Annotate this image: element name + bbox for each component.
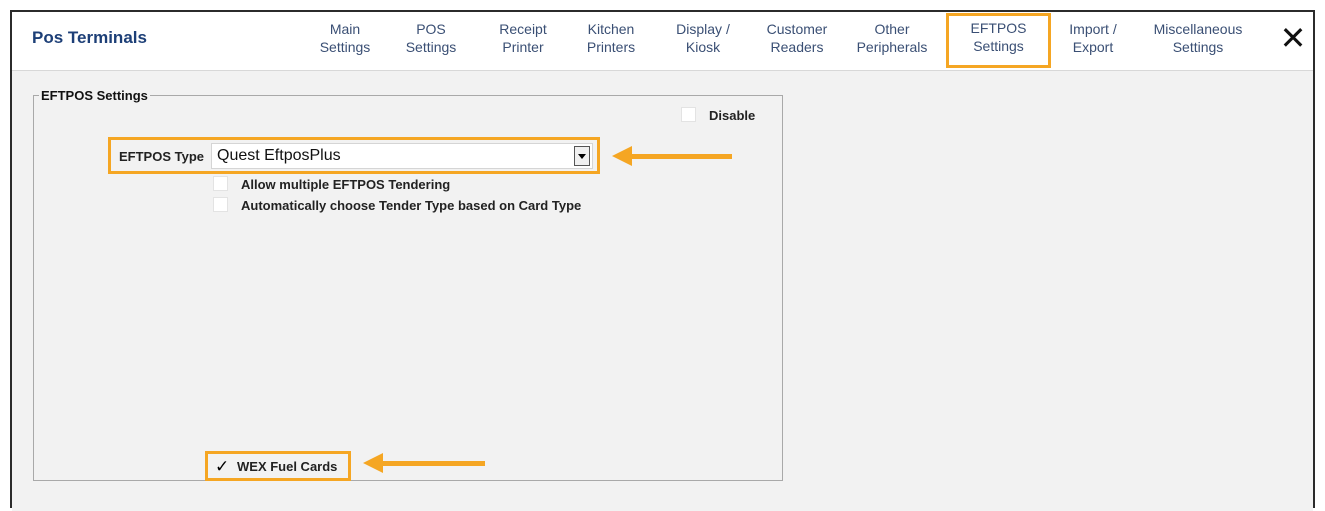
annotation-arrow-wex [363, 453, 485, 473]
tab-display-kiosk[interactable]: Display / Kiosk [668, 20, 738, 56]
tab-label-line2: Settings [1172, 39, 1224, 55]
group-title: EFTPOS Settings [39, 88, 150, 103]
eftpos-type-select[interactable]: Quest EftposPlus [211, 143, 593, 169]
tab-label-line1: Other [874, 21, 910, 37]
tab-label-line1: EFTPOS [970, 20, 1027, 36]
tab-label-line1: Main [329, 21, 361, 37]
tab-label-line2: Readers [770, 39, 824, 55]
auto-tender-type-label: Automatically choose Tender Type based o… [241, 198, 582, 213]
tab-main-settings[interactable]: Main Settings [312, 20, 378, 56]
tab-customer-readers[interactable]: Customer Readers [760, 20, 834, 56]
disable-checkbox[interactable] [681, 107, 696, 122]
tab-label-line1: Import / [1069, 21, 1117, 37]
tab-eftpos-settings[interactable]: EFTPOS Settings [946, 13, 1051, 68]
header-bar: Pos Terminals Main Settings POS Settings… [12, 12, 1313, 70]
tab-label-line2: Settings [973, 38, 1024, 54]
tab-miscellaneous-settings[interactable]: Miscellaneous Settings [1148, 20, 1248, 56]
tab-label-line1: Receipt [499, 21, 547, 37]
allow-multiple-eftpos-checkbox[interactable] [213, 176, 228, 191]
tab-label-line2: Settings [319, 39, 371, 55]
annotation-arrow-eftpos-type [612, 146, 732, 166]
tab-other-peripherals[interactable]: Other Peripherals [850, 20, 934, 56]
page-title: Pos Terminals [32, 28, 147, 47]
disable-label: Disable [709, 108, 756, 123]
wex-fuel-cards-label: WEX Fuel Cards [237, 459, 338, 474]
tab-label-line1: Miscellaneous [1153, 21, 1243, 37]
tab-label-line2: Peripherals [856, 39, 928, 55]
checkmark-icon: ✓ [215, 457, 230, 476]
tab-pos-settings[interactable]: POS Settings [398, 20, 464, 56]
tab-label-line2: Kiosk [685, 39, 721, 55]
tab-label-line1: Display / [676, 21, 730, 37]
close-icon[interactable]: ✕ [1277, 22, 1309, 54]
auto-tender-type-checkbox[interactable] [213, 197, 228, 212]
tab-label-line1: Kitchen [587, 21, 635, 37]
tab-label-line1: Customer [766, 21, 828, 37]
tab-receipt-printer[interactable]: Receipt Printer [490, 20, 556, 56]
allow-multiple-eftpos-label: Allow multiple EFTPOS Tendering [241, 177, 451, 192]
wex-fuel-cards-checkbox[interactable]: ✓ WEX Fuel Cards [205, 451, 351, 481]
tab-label-line2: Settings [405, 39, 457, 55]
tab-label-line2: Export [1072, 39, 1114, 55]
tab-label-line2: Printer [502, 39, 544, 55]
eftpos-type-label: EFTPOS Type [119, 149, 204, 164]
window-frame: Pos Terminals Main Settings POS Settings… [10, 10, 1315, 511]
chevron-down-icon[interactable] [574, 146, 590, 166]
content-area: EFTPOS Settings Disable EFTPOS Type Ques… [12, 70, 1313, 511]
eftpos-type-highlight: EFTPOS Type Quest EftposPlus [108, 137, 600, 174]
eftpos-type-value: Quest EftposPlus [217, 147, 341, 164]
tab-import-export[interactable]: Import / Export [1060, 20, 1126, 56]
tab-label-line2: Printers [586, 39, 636, 55]
tab-label-line1: POS [416, 21, 446, 37]
tab-kitchen-printers[interactable]: Kitchen Printers [578, 20, 644, 56]
